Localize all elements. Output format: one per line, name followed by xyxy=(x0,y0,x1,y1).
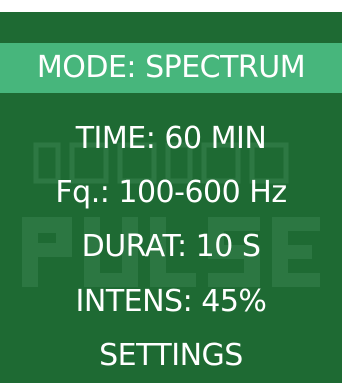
device-frame: MODE: SPECTRUM TIME: 60 MIN Fq.: 100-600… xyxy=(0,0,347,387)
menu-item-label: SETTINGS xyxy=(99,338,243,373)
menu-item-duration[interactable]: DURAT: 10 S xyxy=(0,220,342,274)
menu-item-label: DURAT: 10 S xyxy=(81,229,261,264)
menu-item-label: Fq.: 100-600 Hz xyxy=(55,175,287,210)
menu-item-time[interactable]: TIME: 60 MIN xyxy=(0,112,342,166)
menu-item-label: MODE: SPECTRUM xyxy=(36,50,306,85)
lcd-screen: MODE: SPECTRUM TIME: 60 MIN Fq.: 100-600… xyxy=(0,12,342,383)
menu-item-label: TIME: 60 MIN xyxy=(75,121,267,156)
menu-item-frequency[interactable]: Fq.: 100-600 Hz xyxy=(0,166,342,220)
menu-item-intensity[interactable]: INTENS: 45% xyxy=(0,275,342,329)
settings-menu: MODE: SPECTRUM TIME: 60 MIN Fq.: 100-600… xyxy=(0,12,342,383)
menu-item-label: INTENS: 45% xyxy=(75,284,267,319)
menu-item-settings[interactable]: SETTINGS xyxy=(0,329,342,383)
menu-item-mode[interactable]: MODE: SPECTRUM xyxy=(0,43,342,93)
